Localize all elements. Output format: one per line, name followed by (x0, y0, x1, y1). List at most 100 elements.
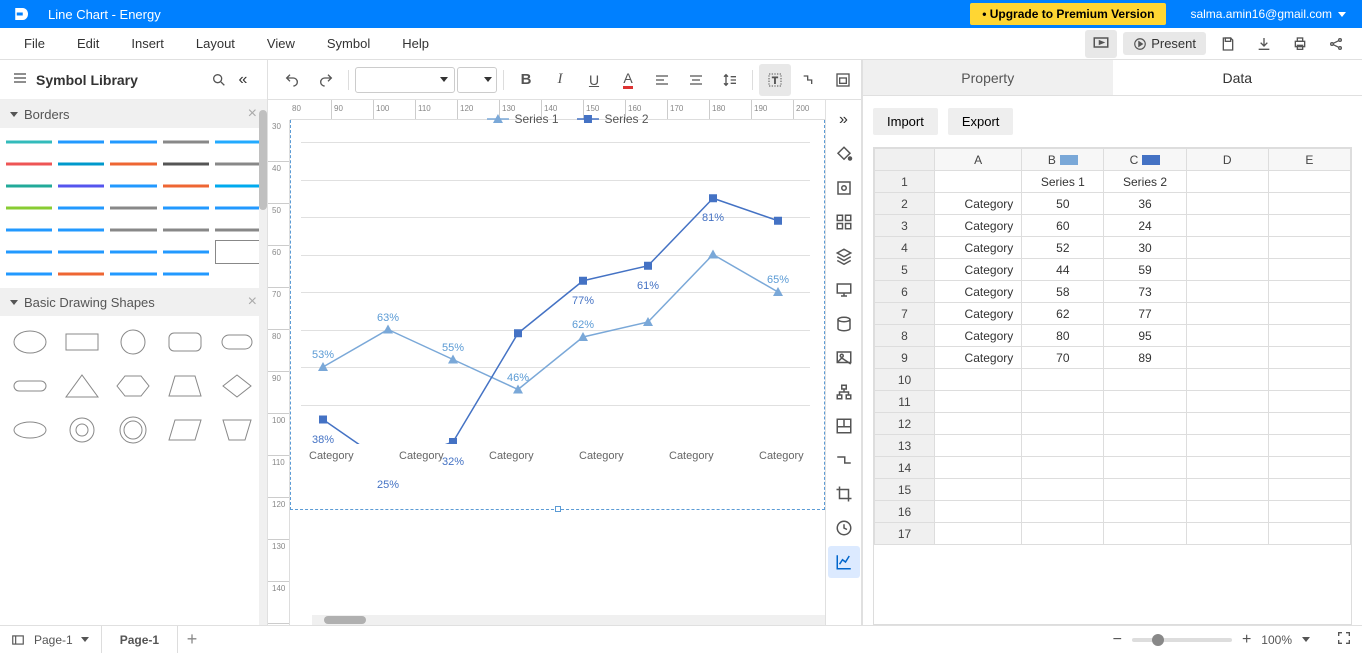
font-family-select[interactable] (355, 67, 455, 93)
search-icon[interactable] (207, 68, 231, 92)
pipe-icon[interactable] (828, 444, 860, 476)
share-icon[interactable] (1320, 30, 1352, 58)
canvas[interactable]: 8090100110120130140150160170180190200210… (268, 100, 825, 625)
tab-property[interactable]: Property (863, 60, 1113, 95)
menu-symbol[interactable]: Symbol (311, 28, 386, 59)
close-icon[interactable]: × (248, 105, 257, 123)
undo-button[interactable] (276, 64, 308, 96)
line-chart[interactable]: 53%63%55%46%62%65%38%25%32%77%61%81%Cate… (290, 120, 825, 510)
canvas-hscroll[interactable] (312, 615, 825, 625)
shape-item[interactable] (163, 324, 207, 360)
sidebar-scrollbar[interactable] (259, 110, 267, 210)
download-icon[interactable] (1248, 30, 1280, 58)
chart-tool-icon[interactable] (828, 546, 860, 578)
shape-item[interactable] (215, 412, 259, 448)
menu-layout[interactable]: Layout (180, 28, 251, 59)
border-shape[interactable] (215, 138, 261, 146)
redo-button[interactable] (310, 64, 342, 96)
border-shape[interactable] (215, 160, 261, 168)
tab-data[interactable]: Data (1113, 60, 1362, 95)
crop-icon[interactable] (828, 478, 860, 510)
border-shape[interactable] (58, 270, 104, 278)
shape-item[interactable] (8, 412, 52, 448)
picture-icon[interactable] (828, 342, 860, 374)
font-size-select[interactable] (457, 67, 497, 93)
border-shape[interactable] (163, 226, 209, 234)
collapse-icon[interactable] (231, 68, 255, 92)
shape-item[interactable] (60, 412, 104, 448)
shape-item[interactable] (112, 324, 156, 360)
border-shape[interactable] (163, 248, 209, 256)
border-shape[interactable] (6, 182, 52, 190)
line-spacing-icon[interactable] (714, 64, 746, 96)
border-shape[interactable] (58, 160, 104, 168)
border-shape[interactable] (163, 160, 209, 168)
floorplan-icon[interactable] (828, 410, 860, 442)
border-shape[interactable] (215, 226, 261, 234)
border-shape[interactable] (163, 204, 209, 212)
settings-icon[interactable] (828, 172, 860, 204)
data-sheet[interactable]: ABCDE1Series 1Series 22Category50363Cate… (873, 147, 1352, 625)
presentation-icon[interactable] (828, 274, 860, 306)
zoom-in-button[interactable]: + (1242, 631, 1251, 649)
section-basic-shapes[interactable]: Basic Drawing Shapes × (0, 288, 267, 316)
slideshow-icon[interactable] (1085, 30, 1117, 58)
border-shape[interactable] (6, 248, 52, 256)
border-shape[interactable] (163, 270, 209, 278)
resize-handle[interactable] (555, 506, 561, 512)
expand-icon[interactable] (828, 104, 860, 136)
border-shape[interactable] (6, 138, 52, 146)
border-shape[interactable] (6, 270, 52, 278)
shape-item[interactable] (112, 412, 156, 448)
border-shape[interactable] (163, 138, 209, 146)
border-shape[interactable] (110, 248, 156, 256)
shape-item[interactable] (8, 368, 52, 404)
shape-item[interactable] (112, 368, 156, 404)
menu-view[interactable]: View (251, 28, 311, 59)
border-shape[interactable] (215, 204, 261, 212)
import-button[interactable]: Import (873, 108, 938, 135)
save-icon[interactable] (1212, 30, 1244, 58)
border-shape[interactable] (110, 160, 156, 168)
section-borders[interactable]: Borders × (0, 100, 267, 128)
account-menu[interactable]: salma.amin16@gmail.com (1190, 7, 1346, 21)
orgchart-icon[interactable] (828, 376, 860, 408)
border-shape[interactable] (215, 182, 261, 190)
database-icon[interactable] (828, 308, 860, 340)
menu-help[interactable]: Help (386, 28, 445, 59)
theme-icon[interactable] (828, 138, 860, 170)
border-shape[interactable] (58, 182, 104, 190)
shape-item[interactable] (215, 324, 259, 360)
shape-item[interactable] (60, 324, 104, 360)
container-icon[interactable] (827, 64, 859, 96)
border-shape[interactable] (58, 204, 104, 212)
shape-item[interactable] (8, 324, 52, 360)
menu-edit[interactable]: Edit (61, 28, 115, 59)
present-button[interactable]: Present (1123, 32, 1206, 55)
close-icon[interactable]: × (248, 293, 257, 311)
history-icon[interactable] (828, 512, 860, 544)
menu-file[interactable]: File (8, 28, 61, 59)
shape-item[interactable] (60, 368, 104, 404)
layers-icon[interactable] (828, 240, 860, 272)
add-page-button[interactable]: + (178, 626, 206, 653)
shape-item[interactable] (163, 368, 207, 404)
border-shape[interactable] (110, 204, 156, 212)
export-button[interactable]: Export (948, 108, 1014, 135)
upgrade-button[interactable]: • Upgrade to Premium Version (970, 3, 1166, 25)
fullscreen-icon[interactable] (1336, 630, 1352, 649)
menu-insert[interactable]: Insert (115, 28, 180, 59)
italic-button[interactable]: I (544, 64, 576, 96)
border-shape[interactable] (110, 270, 156, 278)
border-shape[interactable] (58, 226, 104, 234)
zoom-slider[interactable] (1132, 638, 1232, 642)
border-shape[interactable] (110, 182, 156, 190)
border-shape[interactable] (110, 226, 156, 234)
text-tool-icon[interactable]: T (759, 64, 791, 96)
connector-icon[interactable] (793, 64, 825, 96)
page-selector[interactable]: Page-1 (10, 626, 102, 653)
align-center-icon[interactable] (680, 64, 712, 96)
grid-icon[interactable] (828, 206, 860, 238)
chevron-down-icon[interactable] (1302, 637, 1310, 642)
underline-button[interactable]: U (578, 64, 610, 96)
